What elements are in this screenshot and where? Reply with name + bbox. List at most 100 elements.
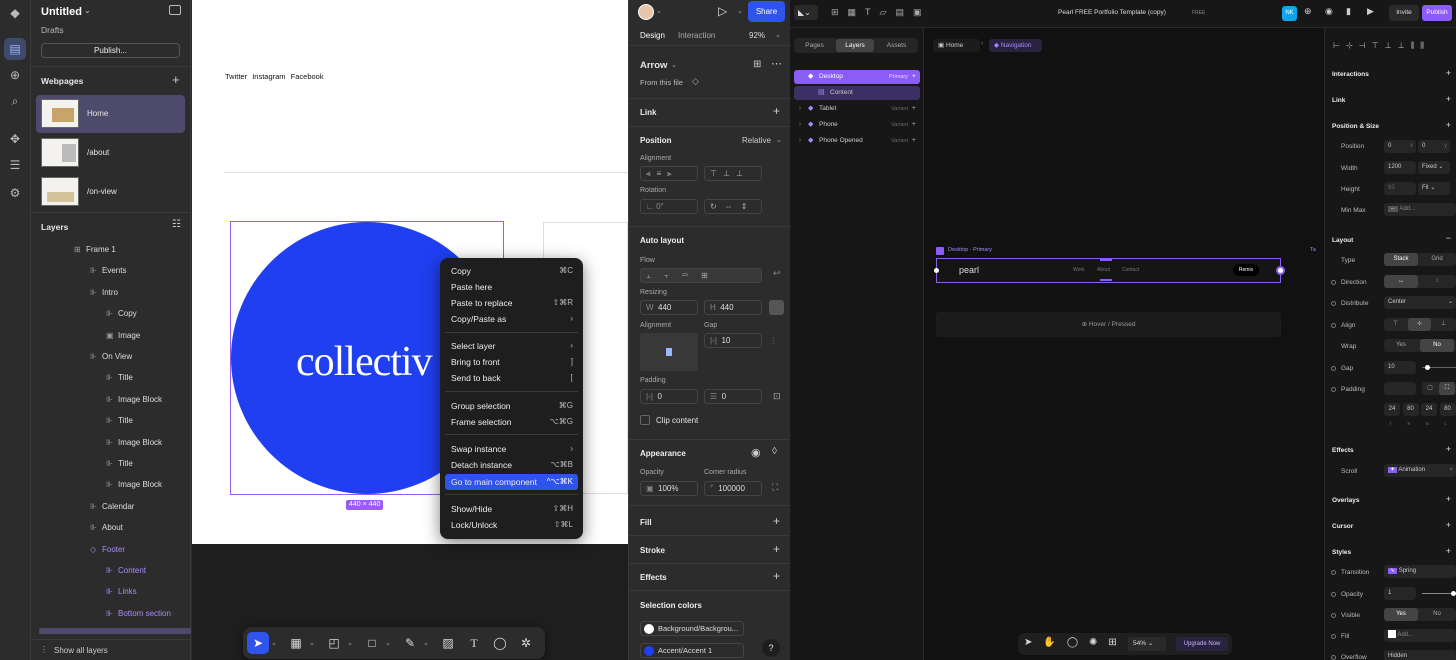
padding-mode-toggle[interactable]: ▢ ⛶ <box>1422 382 1456 395</box>
variable-dot[interactable] <box>1331 323 1336 328</box>
layer-item[interactable]: ⊪ Intro <box>90 283 118 303</box>
menu-item-copy[interactable]: Copy ⌘C <box>445 263 578 279</box>
menu-item-lock-unlock[interactable]: Lock/Unlock ⇧⌘L <box>445 517 578 533</box>
wrap-no-option[interactable]: No <box>1420 339 1454 352</box>
footer-social-links[interactable]: Twitter Instagram Facebook <box>225 72 324 81</box>
width-mode-select[interactable]: Fixed ⌄ <box>1418 161 1450 174</box>
chevron-down-icon[interactable]: ⌄ <box>271 639 277 647</box>
tab-assets[interactable]: Assets <box>876 38 917 53</box>
add-icon[interactable]: + <box>1446 520 1451 530</box>
visible-yes-option[interactable]: Yes <box>1384 608 1418 621</box>
layer-item[interactable]: ⊪ Title <box>106 411 133 431</box>
wrap-yes-option[interactable]: Yes <box>1384 339 1418 352</box>
layer-item[interactable]: ⊪ Image Block <box>106 390 162 410</box>
gap-input[interactable]: 10 <box>1384 361 1416 374</box>
add-icon[interactable]: + <box>912 70 916 84</box>
show-all-layers-button[interactable]: Show all layers <box>54 646 108 655</box>
opacity-input[interactable]: 1 <box>1384 587 1416 600</box>
add-link-icon[interactable]: + <box>773 104 780 118</box>
breadcrumb-navigation[interactable]: ◆ Navigation <box>989 39 1042 52</box>
menu-item-send-to-back[interactable]: Send to back [ <box>445 370 578 386</box>
menu-item-select-layer[interactable]: Select layer › <box>445 338 578 354</box>
variable-dot[interactable] <box>1331 655 1336 660</box>
vertical-arrow-icon[interactable]: ↕ <box>1420 275 1454 288</box>
file-title[interactable]: Untitled <box>41 6 82 18</box>
expand-arrow-icon[interactable]: › <box>799 118 801 132</box>
height-input[interactable]: H 440 <box>704 300 762 315</box>
wrap-icon[interactable]: ↩ <box>773 268 781 279</box>
from-file-label[interactable]: From this file <box>640 78 683 87</box>
grid-icon[interactable]: ⊞ <box>753 59 761 70</box>
framer-publish-button[interactable]: Publish <box>1422 5 1452 21</box>
drop-icon[interactable]: ◊ <box>772 446 777 457</box>
layer-scrollbar[interactable] <box>39 628 191 634</box>
variable-dot[interactable] <box>1331 301 1336 306</box>
horizontal-align-group[interactable]: ⫷≡⫸ <box>640 166 698 181</box>
frame-label[interactable]: Desktop · Primary <box>948 247 992 253</box>
tab-design[interactable]: Design <box>640 31 665 40</box>
nav-about[interactable]: About <box>1097 267 1110 273</box>
page-item-on-view[interactable]: /on-view <box>36 173 185 211</box>
padding-individual-icon[interactable]: ⊡ <box>773 391 781 402</box>
rotation-input[interactable]: ∟ 0° <box>640 199 698 214</box>
layer-item[interactable]: ⊪ On View <box>90 347 132 367</box>
clip-content-checkbox[interactable] <box>640 415 650 425</box>
chevron-down-icon[interactable]: ⌄ <box>347 639 353 647</box>
actions-tool-icon[interactable]: ✲ <box>515 632 537 654</box>
help-button[interactable]: ? <box>762 639 780 657</box>
chevron-down-icon[interactable]: ⌄ <box>309 639 315 647</box>
scroll-effect-chip[interactable]: ✦ Animation × <box>1384 464 1456 477</box>
framer-layer-item[interactable]: › ◆ Desktop Primary + <box>794 70 920 84</box>
menu-item-paste-here[interactable]: Paste here <box>445 279 578 295</box>
visible-no-option[interactable]: No <box>1420 608 1454 621</box>
layer-item[interactable]: ⊪ About <box>90 518 123 538</box>
layer-item[interactable]: ⊪ Title <box>106 368 133 388</box>
tab-interaction[interactable]: Interaction <box>678 31 715 40</box>
tab-pages[interactable]: Pages <box>794 38 835 53</box>
padding-individual-icon[interactable]: ⛶ <box>1439 382 1455 395</box>
chevron-down-icon[interactable]: ⌄ <box>775 31 781 39</box>
zoom-level[interactable]: 92% <box>749 31 765 40</box>
selection-color-2[interactable]: Accent/Accent 1 <box>640 643 744 658</box>
menu-item-go-to-main-component[interactable]: Go to main component ^⌥⌘K <box>445 474 578 490</box>
distribute-select[interactable]: Center ⌄ <box>1384 296 1456 309</box>
padding-uniform-icon[interactable]: ▢ <box>1422 382 1438 395</box>
layer-item[interactable]: ⊪ Bottom section <box>106 604 171 624</box>
layer-item[interactable]: ⊪ Links <box>106 582 137 602</box>
menu-item-swap-instance[interactable]: Swap instance › <box>445 441 578 457</box>
independent-corners-icon[interactable]: ⛶ <box>772 482 778 493</box>
settings-icon[interactable]: ◉ <box>1325 6 1333 17</box>
frame-tool-icon[interactable]: ▦ <box>285 632 307 654</box>
menu-item-group-selection[interactable]: Group selection ⌘G <box>445 398 578 414</box>
breadcrumb-home[interactable]: ▣ Home <box>933 39 980 52</box>
opacity-slider-thumb[interactable] <box>1451 591 1456 596</box>
comment-tool-icon[interactable]: ◯ <box>489 632 511 654</box>
tablet-frame-tag[interactable]: Ta <box>1310 247 1316 253</box>
layout-type-toggle[interactable]: Stack Grid <box>1384 253 1456 266</box>
wrap-toggle[interactable]: Yes No <box>1384 339 1456 352</box>
instagram-link[interactable]: Instagram <box>252 72 285 81</box>
page-item-home[interactable]: Home <box>36 95 185 133</box>
nav-contact[interactable]: Contact <box>1122 267 1139 273</box>
hover-pressed-variant[interactable]: ⊕ Hover / Pressed <box>936 312 1281 337</box>
expand-arrow-icon[interactable]: › <box>799 70 801 84</box>
add-circle-icon[interactable]: ⊕ <box>4 64 26 86</box>
layer-item[interactable]: ⊞ Frame 1 <box>74 240 116 260</box>
layer-item[interactable]: ⊪ Content <box>106 561 146 581</box>
flip-group[interactable]: ↻⇔⇕ <box>704 199 762 214</box>
padding-input[interactable] <box>1384 382 1416 395</box>
chevron-down-icon[interactable]: ⌄ <box>423 639 429 647</box>
menu-item-bring-to-front[interactable]: Bring to front] <box>445 354 578 370</box>
position-x-input[interactable]: 0 x <box>1384 140 1416 153</box>
add-icon[interactable]: + <box>1446 94 1451 104</box>
add-page-icon[interactable]: + <box>172 72 180 87</box>
visible-toggle[interactable]: Yes No <box>1384 608 1456 621</box>
variable-dot[interactable] <box>1331 280 1336 285</box>
more-icon[interactable]: ⋯ <box>771 57 782 70</box>
direction-toggle[interactable]: ↔ ↕ <box>1384 275 1456 288</box>
facebook-link[interactable]: Facebook <box>291 72 324 81</box>
framer-menu-button[interactable]: ◣⌄ <box>794 5 818 20</box>
layer-item[interactable]: ⊪ Title <box>106 454 133 474</box>
add-icon[interactable]: + <box>1446 494 1451 504</box>
component-name[interactable]: Arrow <box>640 60 667 71</box>
